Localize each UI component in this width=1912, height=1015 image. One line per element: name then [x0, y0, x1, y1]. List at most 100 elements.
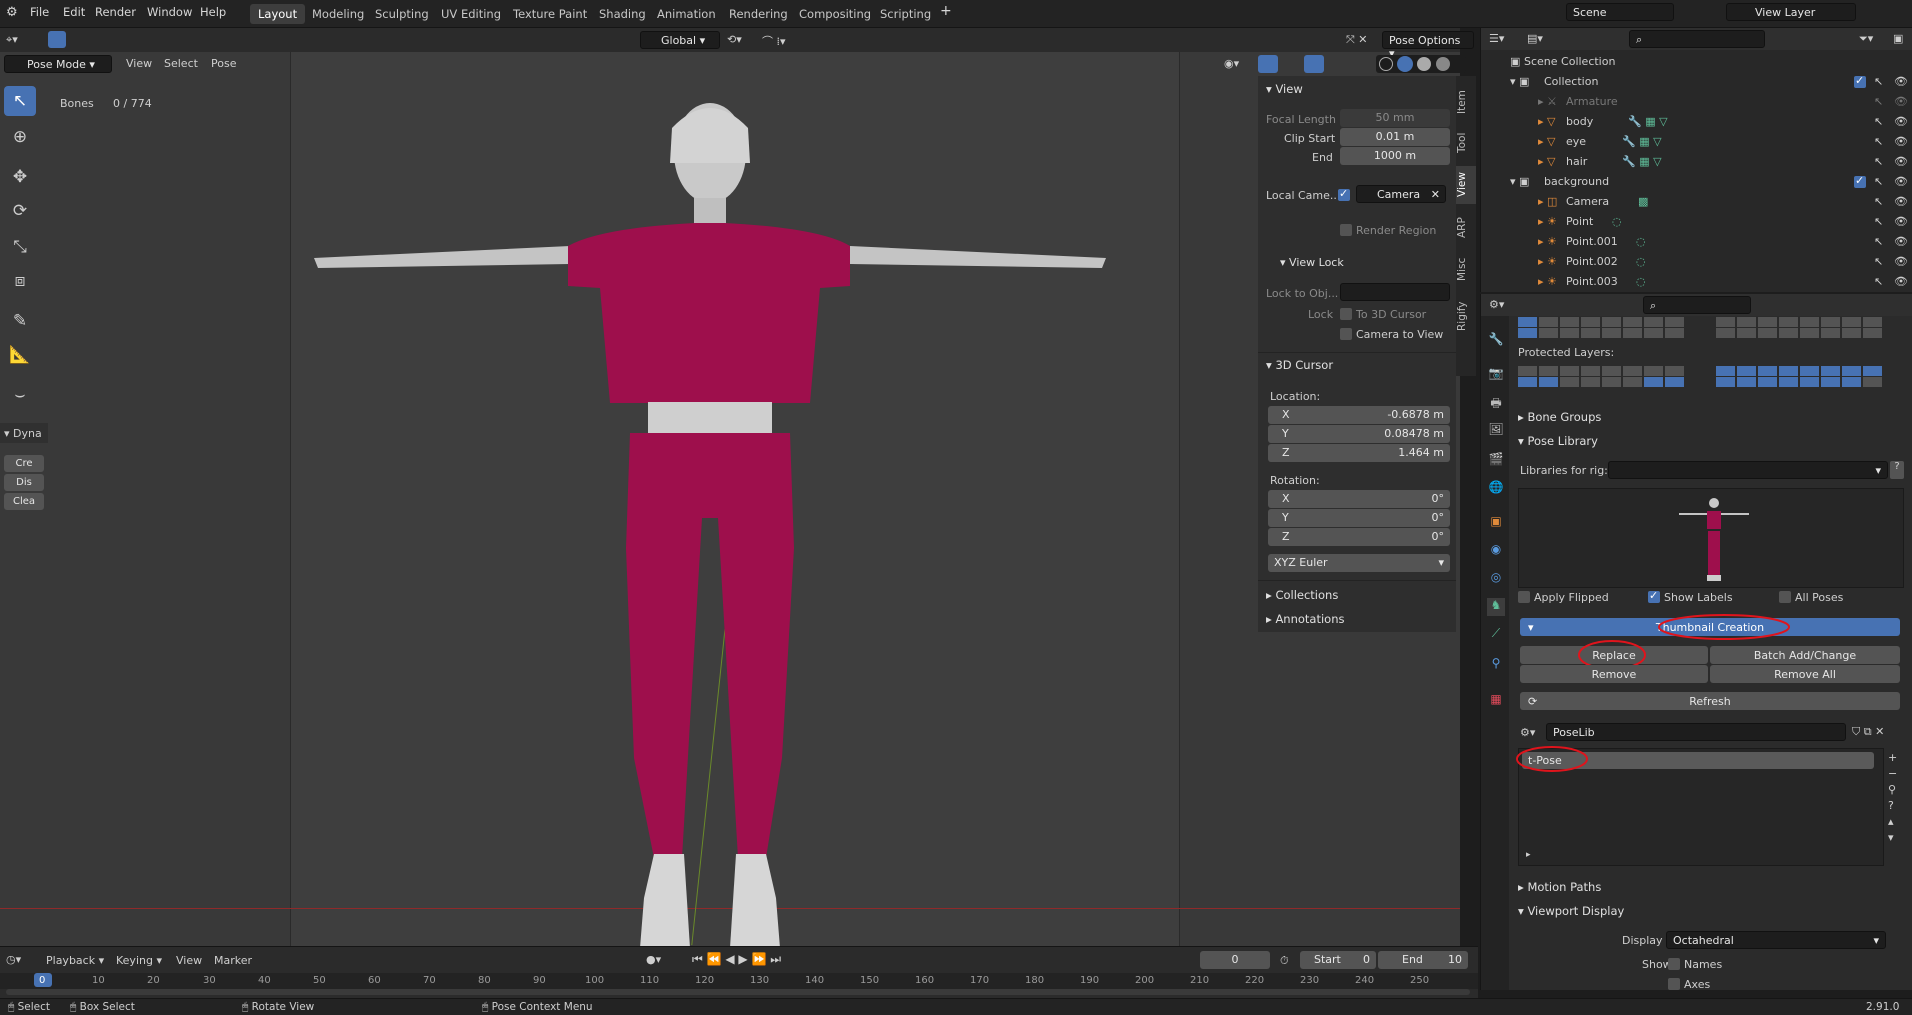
- outliner-editor-icon[interactable]: ☰▾: [1489, 32, 1504, 45]
- menu-playback[interactable]: Playback ▾: [46, 954, 104, 967]
- dyna-create-button[interactable]: Cre: [4, 455, 44, 472]
- menu-marker[interactable]: Marker: [214, 954, 252, 967]
- tab-layout[interactable]: Layout: [250, 4, 306, 24]
- current-frame-field[interactable]: 0: [1200, 951, 1270, 969]
- viewport-display-panel-header[interactable]: ▾ Viewport Display: [1518, 904, 1624, 918]
- menu-select[interactable]: Select: [164, 57, 198, 70]
- tab-animation[interactable]: Animation: [649, 4, 724, 24]
- autokey-record-icon[interactable]: ●▾: [646, 953, 661, 966]
- start-frame-field[interactable]: Start 0: [1300, 951, 1376, 969]
- menu-file[interactable]: File: [30, 5, 49, 19]
- clip-start-field[interactable]: 0.01 m: [1340, 128, 1450, 146]
- tab-rigify[interactable]: Rigify: [1456, 296, 1476, 336]
- outliner-row-point-001[interactable]: ▸ ☀ Point.001 ◌ ↖ 👁: [1502, 232, 1912, 252]
- bone-layers-grid-b[interactable]: [1716, 317, 1902, 339]
- tab-scripting[interactable]: Scripting: [872, 4, 939, 24]
- pose-options-dropdown[interactable]: Pose Options ▾: [1382, 31, 1474, 60]
- timeline-editor-icon[interactable]: ◷▾: [6, 953, 21, 966]
- xray-toggle-icon[interactable]: ⤧ ✕: [1346, 33, 1368, 47]
- end-frame-field[interactable]: End 10: [1378, 951, 1468, 969]
- pose-library-panel-header[interactable]: ▾ Pose Library: [1518, 434, 1598, 448]
- outliner-row-eye[interactable]: ▸ ▽ eye 🔧 ▦ ▽ ↖ 👁: [1502, 132, 1912, 152]
- transform-tool[interactable]: ⧈: [4, 266, 36, 296]
- editor-type-icon[interactable]: ⌖▾: [6, 33, 18, 47]
- outliner-row-point-003[interactable]: ▸ ☀ Point.003 ◌ ↖ 👁: [1502, 272, 1912, 292]
- move-tool[interactable]: ✥: [4, 162, 36, 192]
- transform-orientation-dropdown[interactable]: Global ▾: [640, 31, 720, 49]
- playback-controls[interactable]: ⏮ ⏪ ◀ ▶ ⏩ ⏭: [692, 952, 781, 967]
- material-shading-icon[interactable]: [1417, 57, 1431, 71]
- output-tab-icon[interactable]: 🖶: [1487, 394, 1505, 412]
- menu-window[interactable]: Window: [147, 5, 192, 19]
- help-icon[interactable]: ?: [1890, 461, 1904, 479]
- outliner-row-camera[interactable]: ▸ ◫ Camera ▩ ↖ 👁: [1502, 192, 1912, 212]
- cursor-z-field[interactable]: Z 1.464 m: [1268, 444, 1450, 462]
- tab-rendering[interactable]: Rendering: [721, 4, 796, 24]
- list-expand-icon[interactable]: ▸: [1526, 850, 1531, 860]
- bone-envelope-tool[interactable]: ⌣: [4, 380, 36, 410]
- fake-user-icon[interactable]: ⛉ ⧉ ✕: [1852, 725, 1884, 739]
- texture-tab-icon[interactable]: ▦: [1487, 692, 1505, 710]
- new-collection-icon[interactable]: ▣: [1893, 32, 1903, 45]
- tool-tab-icon[interactable]: 🔧: [1487, 332, 1505, 350]
- menu-keying[interactable]: Keying ▾: [116, 954, 162, 967]
- show-labels-checkbox[interactable]: [1648, 589, 1660, 603]
- rotation-mode-dropdown[interactable]: XYZ Euler ▾: [1268, 554, 1450, 572]
- outliner-scene-collection[interactable]: ▣ Scene Collection: [1502, 52, 1912, 72]
- lock-to-object-field[interactable]: [1340, 283, 1450, 301]
- outliner-row-collection[interactable]: ▾ ▣Collection↖👁: [1502, 72, 1912, 92]
- select-box-tool[interactable]: ↖: [4, 86, 36, 116]
- select-tool-icon[interactable]: [48, 31, 66, 48]
- properties-editor-icon[interactable]: ⚙▾: [1489, 298, 1504, 311]
- view-panel-header[interactable]: ▾ View: [1266, 82, 1303, 96]
- list-side-buttons[interactable]: + − ⚲? ▴ ▾: [1888, 750, 1897, 846]
- tab-modeling[interactable]: Modeling: [304, 4, 372, 24]
- menu-render[interactable]: Render: [95, 5, 136, 19]
- names-checkbox[interactable]: [1668, 958, 1680, 970]
- outliner-row-hair[interactable]: ▸ ▽ hair 🔧 ▦ ▽ ↖ 👁: [1502, 152, 1912, 172]
- bone-layers-grid-a[interactable]: [1518, 317, 1704, 339]
- all-poses-checkbox[interactable]: [1779, 591, 1791, 603]
- outliner-row-point-002[interactable]: ▸ ☀ Point.002 ◌ ↖ 👁: [1502, 252, 1912, 272]
- display-as-dropdown[interactable]: Octahedral ▾: [1666, 931, 1886, 949]
- tab-view[interactable]: View: [1456, 166, 1476, 204]
- display-mode-icon[interactable]: ▤▾: [1527, 32, 1543, 45]
- measure-tool[interactable]: 📐: [4, 340, 36, 370]
- pose-thumbnail-preview[interactable]: [1518, 488, 1904, 588]
- scene-selector[interactable]: Scene: [1566, 3, 1674, 21]
- character-model[interactable]: [300, 68, 1120, 968]
- wireframe-shading-icon[interactable]: [1379, 57, 1393, 71]
- cursor-y-field[interactable]: Y 0.08478 m: [1268, 425, 1450, 443]
- filter-icon[interactable]: ⏷▾: [1859, 32, 1873, 46]
- camera-to-view-checkbox[interactable]: [1340, 328, 1352, 340]
- object-tab-icon[interactable]: ▣: [1487, 514, 1505, 532]
- tab-sculpting[interactable]: Sculpting: [367, 4, 437, 24]
- 3d-cursor-panel-header[interactable]: ▾ 3D Cursor: [1266, 358, 1333, 372]
- tab-arp[interactable]: ARP: [1456, 212, 1476, 244]
- scene-tab-icon[interactable]: 🎬: [1487, 452, 1505, 470]
- outliner-row-background[interactable]: ▾ ▣background↖👁: [1502, 172, 1912, 192]
- motion-paths-panel-header[interactable]: ▸ Motion Paths: [1518, 880, 1601, 894]
- dyna-panel-header[interactable]: ▾ Dyna: [0, 423, 48, 443]
- armature-data-tab-icon[interactable]: ♞: [1487, 598, 1505, 616]
- bone-tab-icon[interactable]: ⟋: [1487, 626, 1505, 644]
- solid-shading-icon[interactable]: [1397, 56, 1413, 72]
- clip-end-field[interactable]: 1000 m: [1340, 147, 1450, 165]
- dyna-clear-button[interactable]: Clea: [4, 493, 44, 510]
- poselib-name-field[interactable]: PoseLib: [1546, 723, 1846, 741]
- tab-uv-editing[interactable]: UV Editing: [433, 4, 509, 24]
- rendered-shading-icon[interactable]: [1436, 57, 1450, 71]
- dyna-display-button[interactable]: Dis: [4, 474, 44, 491]
- outliner-row-body[interactable]: ▸ ▽ body 🔧 ▦ ▽ ↖ 👁: [1502, 112, 1912, 132]
- pivot-icon[interactable]: ⟲▾: [727, 33, 742, 46]
- local-camera-checkbox[interactable]: [1338, 187, 1350, 201]
- axes-checkbox[interactable]: [1668, 978, 1680, 990]
- protected-layers-grid-b[interactable]: [1716, 366, 1902, 388]
- add-workspace-icon[interactable]: +: [940, 3, 952, 19]
- tab-misc[interactable]: Misc: [1456, 252, 1476, 286]
- timeline-scrollbar[interactable]: [6, 989, 1470, 995]
- bone-groups-panel-header[interactable]: ▸ Bone Groups: [1518, 410, 1601, 424]
- libraries-dropdown[interactable]: ▾: [1608, 461, 1888, 479]
- stopwatch-icon[interactable]: ⏱: [1280, 954, 1289, 968]
- shading-mode-buttons[interactable]: [1376, 55, 1466, 73]
